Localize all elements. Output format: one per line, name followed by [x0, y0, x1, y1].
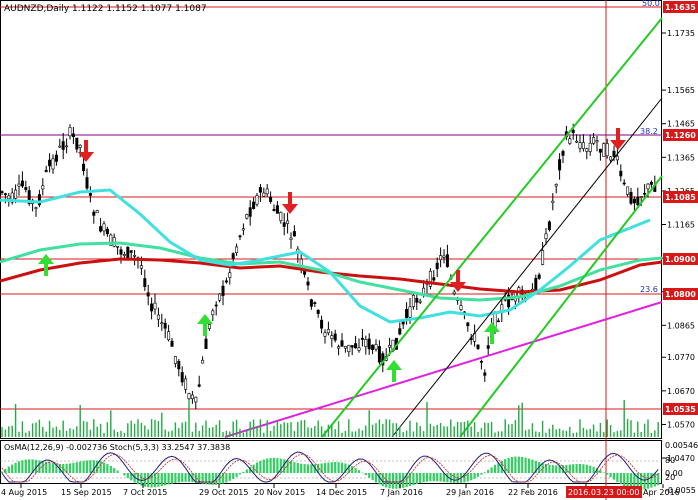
- oscillator-title: OsMA(12,26,9) -0.002736 Stoch(5,3,3) 33.…: [4, 443, 230, 452]
- main-chart-frame: [0, 0, 662, 439]
- price-tick-label: 1.0770: [667, 353, 695, 362]
- level-tag: 1.1260: [663, 129, 698, 141]
- level-tag: 1.0800: [663, 288, 698, 300]
- time-marker-label: 2016.03.23 00:00: [568, 488, 639, 497]
- level-tag-text: 1.1085: [665, 193, 696, 202]
- level-tag: 1.1085: [663, 191, 698, 203]
- time-tick-label: 7 Jan 2016: [380, 488, 423, 497]
- stoch-level-label: 20: [665, 473, 675, 482]
- oscillator-tick-label: 0.00546: [665, 441, 698, 450]
- stoch-level-label: 80: [665, 456, 675, 465]
- price-tick-label: 1.0865: [667, 321, 695, 330]
- fib-label-top: 50.0: [642, 0, 660, 8]
- time-tick-label: 22 Feb 2016: [508, 488, 558, 497]
- level-tag-text: 1.0535: [665, 405, 696, 414]
- price-axis[interactable]: 1.17351.15651.14651.13651.12651.11651.10…: [662, 29, 695, 463]
- price-tick-label: 1.0670: [667, 387, 695, 396]
- fib-label-low: 23.6: [640, 285, 658, 294]
- time-tick-label: 4 Aug 2015: [1, 488, 47, 497]
- time-tick-label: 7 Oct 2015: [123, 488, 167, 497]
- level-tag: 1.1635: [663, 1, 698, 13]
- oscillator-axis: 0.005460.00-0.00558020: [665, 441, 698, 495]
- time-axis[interactable]: 4 Aug 2015 15 Sep 2015 7 Oct 2015 29 Oct 20…: [1, 484, 680, 498]
- price-tick-label: 1.1565: [667, 86, 695, 95]
- price-tick-label: 1.1365: [667, 153, 695, 162]
- chart-title: AUDNZD,Daily 1.1122 1.1152 1.1077 1.1087: [4, 4, 207, 14]
- time-tick-label: 29 Oct 2015: [199, 488, 248, 497]
- time-tick-label: 29 Jan 2016: [446, 488, 494, 497]
- level-tag-text: 1.0800: [665, 290, 696, 299]
- price-tick-label: 1.1165: [667, 221, 695, 230]
- time-tick-label: Apr 2016: [643, 488, 680, 497]
- level-tag-text: 1.1635: [665, 3, 696, 12]
- level-tag-text: 1.0900: [665, 255, 696, 264]
- fib-label-mid: 38.2: [640, 127, 658, 136]
- time-tick-label: 20 Nov 2015: [254, 488, 305, 497]
- trading-chart[interactable]: AUDNZD,Daily 1.1122 1.1152 1.1077 1.1087…: [0, 0, 698, 500]
- time-tick-label: 15 Sep 2015: [61, 488, 112, 497]
- level-tag-text: 1.1260: [665, 131, 696, 140]
- price-tick-label: 1.1735: [667, 29, 695, 38]
- price-tick-label: 1.0570: [667, 420, 695, 429]
- level-tag: 1.0535: [663, 403, 698, 415]
- level-tag: 1.0900: [663, 253, 698, 265]
- time-tick-label: 14 Dec 2015: [316, 488, 367, 497]
- price-tick-label: 1.1465: [667, 120, 695, 129]
